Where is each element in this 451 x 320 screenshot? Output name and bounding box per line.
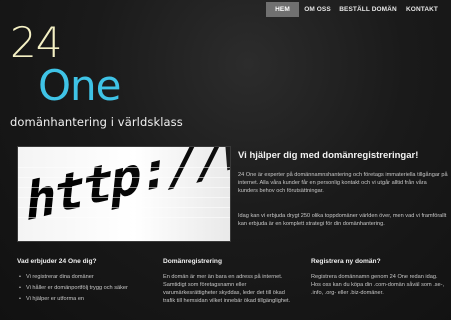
intro-paragraph-2: Idag kan vi erbjuda drygt 250 olika topp… [238,213,447,228]
column-offer-title: Vad erbjuder 24 One dig? [17,258,97,265]
hero-image: http://www. [17,146,231,242]
logo-tagline: domänhantering i världsklass [10,115,183,129]
column-registration: Domänregistrering En domän är mer än bar… [163,258,298,305]
list-item: Vi hjälper er utforma en [17,295,152,303]
hero-text: http://www. [23,147,231,234]
intro-paragraph-1: 24 One är experter på domännamnshanterin… [238,172,448,195]
logo-number: 24 [10,18,62,67]
column-new-domain-text: Registrera domännamn genom 24 One redan … [311,274,445,296]
list-item: Vi håller er domänportfölj trygg och säk… [17,284,152,292]
logo-word: One [38,61,122,110]
hero-url-graphic: http://www. [18,147,231,234]
intro-title: Vi hjälper dig med domänregistreringar! [238,150,419,161]
list-item: Vi registrerar dina domäner [17,273,152,281]
nav-item-kontakt[interactable]: KONTAKT [400,2,444,17]
column-registration-title: Domänregistrering [163,258,222,265]
offer-list: Vi registrerar dina domäner Vi håller er… [17,273,152,303]
column-new-domain: Registrera ny domän? Registrera domännam… [311,258,446,297]
nav-item-bestall-doman[interactable]: BESTÄLL DOMÄN [336,2,400,17]
main-nav: HEM OM OSS BESTÄLL DOMÄN KONTAKT [266,2,444,17]
column-new-domain-title: Registrera ny domän? [311,258,381,265]
nav-item-om-oss[interactable]: OM OSS [299,2,336,17]
nav-item-hem[interactable]: HEM [266,2,299,17]
column-offer: Vad erbjuder 24 One dig? Vi registrerar … [17,258,152,306]
column-registration-text: En domän är mer än bara en adress på int… [163,274,291,304]
